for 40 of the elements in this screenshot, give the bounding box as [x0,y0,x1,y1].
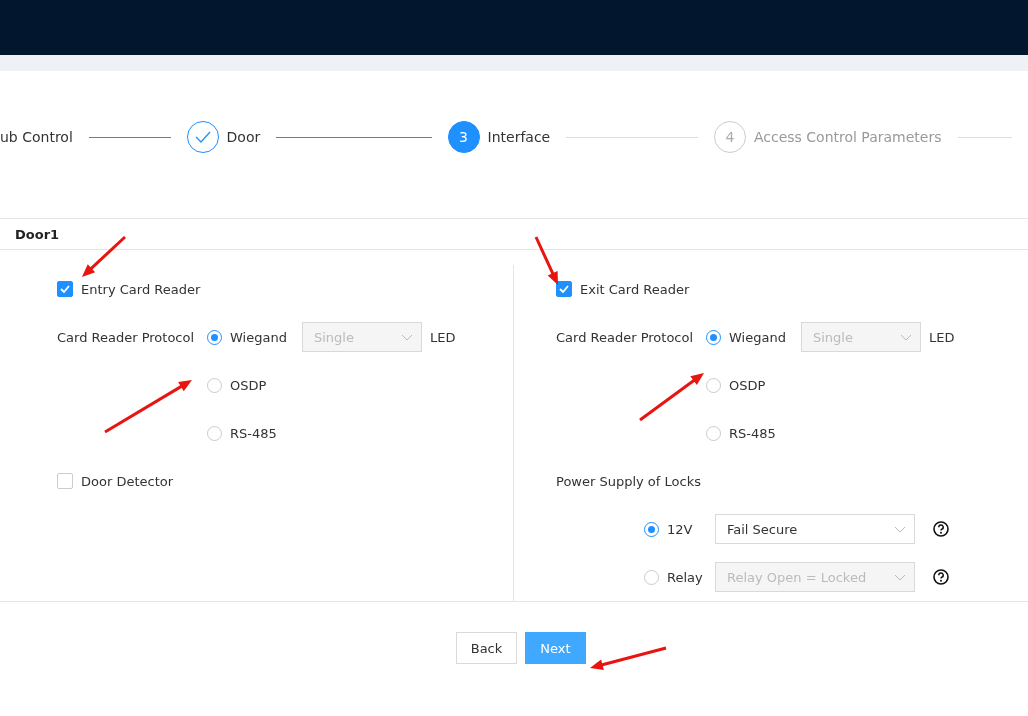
checkbox-label: Door Detector [81,473,174,489]
check-icon [194,131,211,143]
step-indicator: 3 [447,121,480,153]
chevron-down-icon [894,573,906,581]
radio-label: Wiegand [729,329,787,345]
section-title: Door1 [15,226,60,242]
step-label: ub Control [0,129,73,145]
field-label: LED [929,329,955,345]
step-label: Door [226,129,261,145]
radio-label: OSDP [230,377,268,393]
radio-label: Relay [667,569,704,585]
check-icon [559,285,569,293]
checkbox[interactable] [556,281,572,297]
annotation-arrow [534,236,558,285]
chevron-down-icon [894,525,906,533]
field-label: Card Reader Protocol [556,329,695,345]
checkbox[interactable] [57,473,73,489]
radio-label: 12V [667,521,694,537]
radio-label: Wiegand [230,329,288,345]
checkbox-label: Entry Card Reader [81,281,201,297]
field-label: Card Reader Protocol [57,329,196,345]
field-label: LED [430,329,456,345]
radio-label: RS-485 [729,425,777,441]
step-label: Access Control Parameters [753,129,942,145]
help-icon[interactable] [933,521,949,537]
chevron-down-icon [900,333,912,341]
next-button[interactable]: Next [525,632,586,664]
step-label: Interface [487,129,551,145]
help-icon[interactable] [933,569,949,585]
radio-label: RS-485 [230,425,278,441]
checkbox[interactable] [57,281,73,297]
chevron-down-icon [401,333,413,341]
back-button[interactable]: Back [456,632,517,664]
lock-mode-select[interactable]: Fail Secure [715,514,915,544]
annotation-arrow [639,373,704,422]
field-label: Power Supply of Locks [556,473,701,489]
check-icon [60,285,70,293]
checkbox-label: Exit Card Reader [580,281,690,297]
annotation-arrow [82,235,127,277]
radio-label: OSDP [729,377,767,393]
